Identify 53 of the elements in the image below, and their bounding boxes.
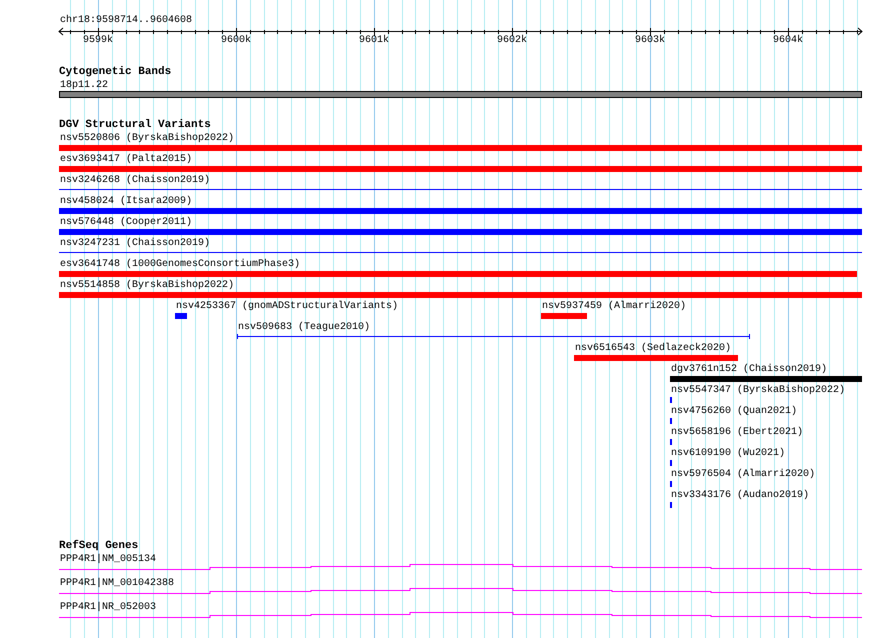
ruler-tick-label: 9601k <box>359 35 390 47</box>
variant-mark[interactable] <box>670 418 672 424</box>
gene-model[interactable] <box>59 563 862 571</box>
variant-label: nsv5937459 (Almarri2020) <box>542 300 686 313</box>
variant-mark[interactable] <box>670 439 672 445</box>
gene-label: PPP4R1|NM_001042388 <box>60 577 174 590</box>
variant-bar[interactable] <box>59 208 862 214</box>
cytoband-bar[interactable] <box>59 91 862 98</box>
track-title: RefSeq Genes <box>59 540 140 553</box>
variant-label: esv3641748 (1000GenomesConsortiumPhase3) <box>60 258 300 271</box>
variant-label: nsv3343176 (Audano2019) <box>671 489 810 502</box>
variant-bar[interactable] <box>59 145 862 151</box>
variant-mark[interactable] <box>670 460 672 466</box>
variant-label: nsv5514858 (ByrskaBishop2022) <box>60 279 234 292</box>
ruler-tick-label: 9602k <box>497 35 528 47</box>
variant-bar[interactable] <box>59 229 862 235</box>
variant-label: nsv458024 (Itsara2009) <box>60 195 192 208</box>
variant-label: nsv509683 (Teague2010) <box>238 321 370 334</box>
variant-label: nsv3246268 (Chaisson2019) <box>60 174 210 187</box>
variant-mark[interactable] <box>670 397 672 403</box>
location-label: chr18:9598714..9604608 <box>60 14 192 27</box>
variant-label: nsv6516543 (Sedlazeck2020) <box>575 342 732 355</box>
gene-model[interactable] <box>59 587 862 595</box>
variant-label: nsv5658196 (Ebert2021) <box>671 426 804 439</box>
variant-label: nsv5976504 (Almarri2020) <box>671 468 816 481</box>
gene-label: PPP4R1|NR_052003 <box>60 601 156 614</box>
variant-label: nsv3247231 (Chaisson2019) <box>60 237 210 250</box>
ruler-tick-label: 9599k <box>83 35 114 47</box>
gene-label: PPP4R1|NM_005134 <box>60 553 156 566</box>
variant-bar[interactable] <box>175 313 187 319</box>
track-title: DGV Structural Variants <box>59 119 212 132</box>
variant-label: nsv4253367 (gnomADStructuralVariants) <box>176 300 398 313</box>
variant-mark[interactable] <box>670 481 672 487</box>
ruler-tick-label: 9600k <box>221 35 252 47</box>
variant-label: esv3693417 (Palta2015) <box>60 153 192 166</box>
variant-bar[interactable] <box>670 376 862 382</box>
variant-label: nsv5520806 (ByrskaBishop2022) <box>60 132 234 145</box>
variant-bar[interactable] <box>59 292 862 298</box>
variant-label: nsv576448 (Cooper2011) <box>60 216 192 229</box>
track-title: Cytogenetic Bands <box>59 66 172 79</box>
variant-bar[interactable] <box>59 166 862 172</box>
variant-label: nsv5547347 (ByrskaBishop2022) <box>671 384 846 397</box>
variant-label: nsv6109190 (Wu2021) <box>671 447 786 460</box>
variant-bar[interactable] <box>541 313 587 319</box>
variant-bar[interactable] <box>574 355 738 361</box>
variant-label: nsv4756260 (Quan2021) <box>671 405 798 418</box>
cytoband-label: 18p11.22 <box>60 79 108 92</box>
variant-bar[interactable] <box>59 271 857 277</box>
ruler-tick-label: 9604k <box>773 35 804 47</box>
ruler-tick-label: 9603k <box>635 35 666 47</box>
variant-mark[interactable] <box>670 502 672 508</box>
gene-model[interactable] <box>59 611 862 619</box>
variant-label: dgv3761n152 (Chaisson2019) <box>671 363 828 376</box>
